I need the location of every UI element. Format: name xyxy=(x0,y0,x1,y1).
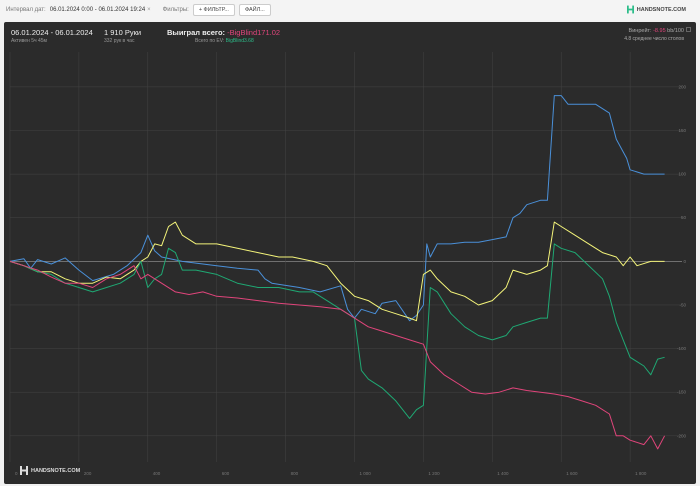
file-button[interactable]: ФАЙЛ... xyxy=(238,4,271,16)
brand-text: HANDSNOTE.COM xyxy=(636,6,686,13)
winrate-value: -8.95 xyxy=(653,28,666,34)
date-range: 06.01.2024 - 06.01.2024 xyxy=(11,28,93,37)
series-line-4 xyxy=(9,260,666,450)
total-won: Выиграл всего: -BigBlind171.02 xyxy=(167,28,280,37)
graph-summary: 06.01.2024 - 06.01.2024 Активен 5ч 45м 1… xyxy=(4,22,696,46)
ev-label: Всего по EV: xyxy=(195,38,225,44)
active-time: Активен 5ч 45м xyxy=(11,38,47,44)
y-tick-label: -50 xyxy=(679,302,686,307)
results-chart[interactable]: -200-150-100-500501001502000 200 400 600 800… xyxy=(4,22,696,484)
won-value: -BigBlind171.02 xyxy=(227,28,281,37)
footer-brand-text: HANDSNOTE.COM xyxy=(31,467,81,474)
hands-count: 1 910 Руки xyxy=(104,28,142,37)
y-tick-label: 200 xyxy=(678,84,686,89)
y-tick-label: 0 xyxy=(683,259,686,264)
ev-total: Всего по EV: BigBlind3.68 xyxy=(195,38,254,44)
hands-per-hour: 332 рук в час xyxy=(104,38,135,44)
winrate-label: Винрейт: xyxy=(628,28,652,34)
handsnote-logo-icon xyxy=(20,466,28,475)
winrate-unit: bb/100 xyxy=(667,28,684,34)
expand-icon[interactable] xyxy=(686,27,691,32)
footer-brand: HANDSNOTE.COM xyxy=(20,466,80,475)
y-tick-label: 100 xyxy=(678,172,686,177)
add-filter-button[interactable]: + ФИЛЬТР... xyxy=(192,4,235,16)
avg-tables: 4.8 среднее число столов xyxy=(624,36,684,42)
interval-picker[interactable]: 06.01.2024 0:00 - 06.01.2024 19:24 × xyxy=(50,7,151,13)
winrate: Винрейт: -8.95 bb/100 xyxy=(629,28,684,34)
y-tick-label: -150 xyxy=(677,390,687,395)
ev-value: BigBlind3.68 xyxy=(225,38,254,44)
y-tick-label: 150 xyxy=(678,128,686,133)
toolbar: Интервал дат: 06.01.2024 0:00 - 06.01.20… xyxy=(0,0,700,20)
series-line-2 xyxy=(9,221,665,322)
interval-label: Интервал дат: xyxy=(6,7,46,13)
y-tick-label: 50 xyxy=(681,215,687,220)
interval-value: 06.01.2024 0:00 - 06.01.2024 19:24 xyxy=(49,7,146,13)
y-tick-label: -100 xyxy=(677,346,687,351)
won-label: Выиграл всего: xyxy=(167,28,226,37)
y-tick-label: -200 xyxy=(677,433,687,438)
graph-panel: -200 -150 -100 -50 0 50 100 150 200 0 200 400 600 800… xyxy=(4,22,696,484)
filters-label: Фильтры: xyxy=(162,7,189,13)
close-icon[interactable]: × xyxy=(147,7,151,13)
brand-logo: HANDSNOTE.COM xyxy=(626,5,686,14)
graph-footer: HANDSNOTE.COM xyxy=(4,462,696,484)
handsnote-logo-icon xyxy=(626,5,634,14)
